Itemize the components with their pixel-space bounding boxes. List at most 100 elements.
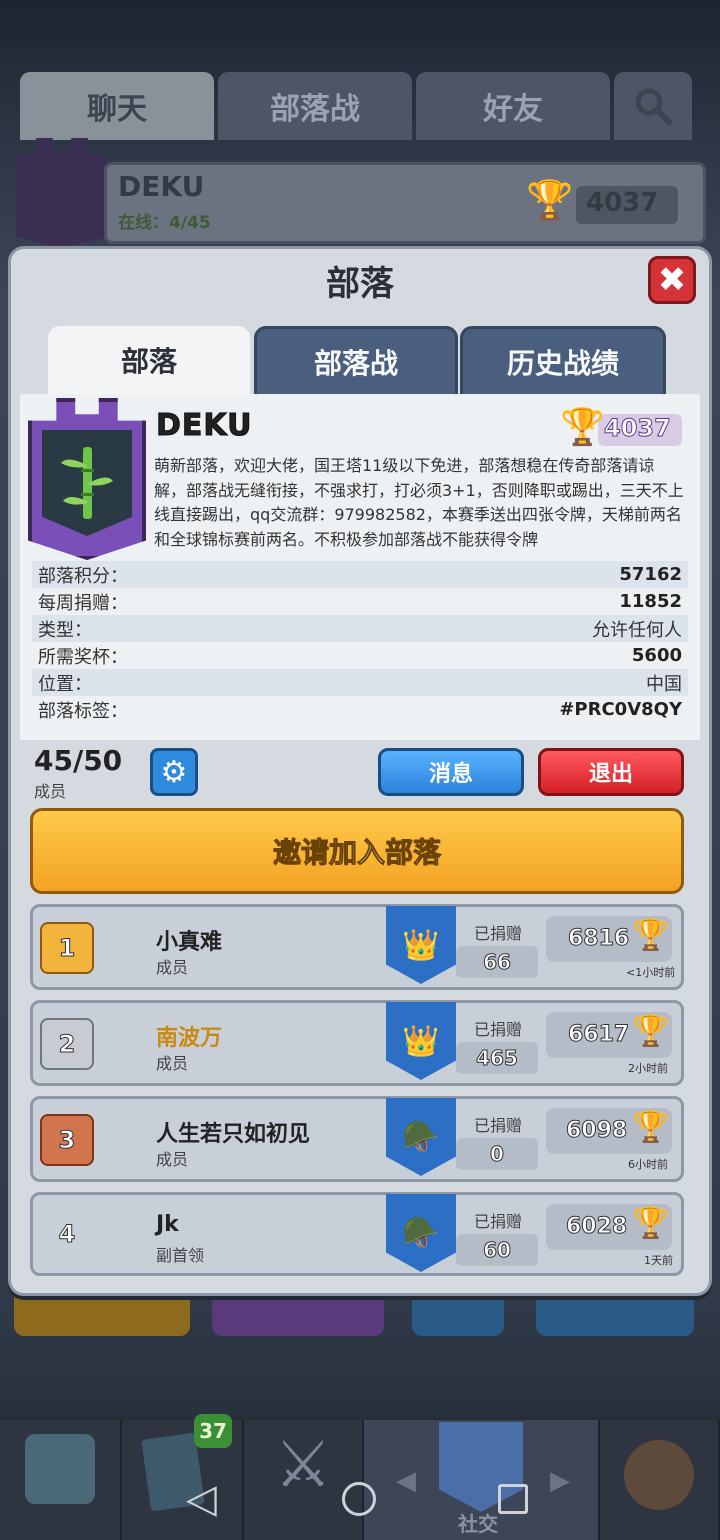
bg-button-3[interactable] — [412, 1296, 504, 1336]
member-last-seen: <1小时前 — [626, 966, 676, 979]
member-last-seen: 1天前 — [644, 1254, 673, 1267]
member-rank: 4 — [40, 1208, 94, 1260]
clan-bar-name: DEKU — [118, 170, 205, 203]
member-name: 南波万 — [156, 1026, 223, 1051]
member-trophies: 6617 — [567, 1022, 630, 1048]
stat-label: 类型： — [38, 619, 92, 641]
stat-label: 位置： — [38, 673, 92, 695]
member-name: 小真难 — [156, 930, 223, 955]
tab-clan-war-modal-label: 部落战 — [313, 346, 398, 380]
member-role: 成员 — [156, 1054, 189, 1073]
home-icon[interactable] — [342, 1482, 376, 1516]
bamboo-icon — [42, 430, 132, 536]
member-donated: 66 — [456, 946, 538, 978]
chevron-right-icon: ▶ — [550, 1466, 570, 1496]
cards-badge: 37 — [194, 1414, 232, 1448]
tab-clan[interactable]: 部落 — [48, 326, 250, 394]
modal-title: 部落 — [326, 264, 394, 304]
member-role: 成员 — [156, 958, 189, 977]
member-trophies: 6098 — [565, 1118, 628, 1144]
tab-chat[interactable]: 聊天 — [20, 72, 214, 140]
donated-label: 已捐赠 — [474, 1116, 523, 1135]
stat-value: 57162 — [619, 564, 682, 585]
nav-shop[interactable] — [0, 1420, 122, 1540]
trophy-icon: 🏆 — [632, 918, 670, 953]
member-last-seen: 2小时前 — [628, 1062, 668, 1075]
tab-history-label: 历史战绩 — [506, 346, 619, 380]
clan-bar-trophies: 4037 — [586, 188, 659, 218]
chest-icon — [25, 1434, 95, 1504]
clan-trophies: 4037 — [604, 414, 672, 443]
recents-icon[interactable] — [498, 1484, 528, 1514]
stat-row-required-trophies: 所需奖杯： 5600 — [32, 642, 688, 669]
member-name: 人生若只如初见 — [156, 1122, 311, 1147]
clan-bar-online: 在线：4/45 — [118, 213, 211, 233]
stat-value: 5600 — [631, 645, 682, 666]
member-rank: 1 — [40, 922, 94, 974]
bg-button-2[interactable] — [212, 1296, 384, 1336]
invite-button[interactable]: 邀请加入部落 — [30, 808, 684, 894]
bg-button-4[interactable] — [536, 1296, 694, 1336]
member-donated: 0 — [456, 1138, 538, 1170]
close-button[interactable]: ✖ — [648, 256, 696, 304]
search-button[interactable] — [614, 72, 692, 140]
calendar-icon — [624, 1440, 694, 1510]
stat-row-type: 类型： 允许任何人 — [32, 615, 688, 642]
stat-row-donations: 每周捐赠： 11852 — [32, 588, 688, 615]
gear-icon: ⚙ — [160, 754, 188, 790]
stat-row-location: 位置： 中国 — [32, 669, 688, 696]
nav-social-label: 社交 — [458, 1512, 498, 1536]
tab-clan-war-label: 部落战 — [270, 92, 360, 127]
stat-label: 每周捐赠： — [38, 592, 128, 614]
stat-value: #PRC0V8QY — [559, 699, 682, 720]
tab-clan-war-modal[interactable]: 部落战 — [254, 326, 458, 394]
chevron-left-icon: ◀ — [396, 1466, 416, 1496]
message-button-label: 消息 — [428, 762, 473, 787]
stat-value: 11852 — [619, 591, 682, 612]
purple-trophy-icon: 🏆 — [560, 407, 605, 448]
settings-button[interactable]: ⚙ — [150, 748, 198, 796]
leave-button-label: 退出 — [588, 762, 633, 787]
tab-friends[interactable]: 好友 — [416, 72, 610, 140]
back-icon[interactable]: ◁ — [186, 1476, 217, 1522]
member-donated: 465 — [456, 1042, 538, 1074]
stat-row-tag: 部落标签： #PRC0V8QY — [32, 696, 688, 723]
invite-button-label: 邀请加入部落 — [272, 836, 441, 870]
tab-clan-label: 部落 — [120, 345, 177, 378]
search-icon — [635, 88, 672, 125]
message-button[interactable]: 消息 — [378, 748, 524, 796]
tab-friends-label: 好友 — [483, 92, 543, 127]
member-name: Jk — [156, 1212, 179, 1237]
trophy-icon: 🏆 — [632, 1110, 670, 1145]
close-icon: ✖ — [657, 260, 687, 300]
stat-label: 所需奖杯： — [38, 646, 128, 668]
clan-badge-background — [16, 138, 108, 248]
stat-label: 部落积分： — [38, 565, 128, 587]
donated-label: 已捐赠 — [474, 1212, 523, 1231]
clan-name: DEKU — [155, 408, 253, 444]
stat-row-score: 部落积分： 57162 — [32, 561, 688, 588]
members-label: 成员 — [34, 782, 67, 801]
member-donated: 60 — [456, 1234, 538, 1266]
bg-button-1[interactable] — [14, 1296, 190, 1336]
tab-chat-label: 聊天 — [87, 92, 147, 127]
leave-button[interactable]: 退出 — [538, 748, 684, 796]
member-role: 副首领 — [156, 1246, 205, 1265]
member-trophies: 6816 — [567, 926, 630, 952]
stat-value: 中国 — [646, 673, 682, 695]
member-rank: 2 — [40, 1018, 94, 1070]
member-role: 成员 — [156, 1150, 189, 1169]
clan-description: 萌新部落，欢迎大佬，国王塔11级以下免进，部落想稳在传奇部落请谅解，部落战无缝衔… — [154, 456, 684, 549]
stat-label: 部落标签： — [38, 700, 128, 722]
tab-clan-war[interactable]: 部落战 — [218, 72, 412, 140]
members-count: 45/50 — [34, 744, 123, 777]
trophy-icon: 🏆 — [632, 1206, 670, 1241]
donated-label: 已捐赠 — [474, 924, 523, 943]
tab-history[interactable]: 历史战绩 — [460, 326, 666, 394]
member-rank: 3 — [40, 1114, 94, 1166]
nav-events[interactable] — [600, 1420, 720, 1540]
nav-battle[interactable]: ⚔ — [244, 1420, 364, 1540]
trophy-icon: 🏆 — [526, 178, 574, 222]
member-trophies: 6028 — [565, 1214, 628, 1240]
trophy-icon: 🏆 — [632, 1014, 670, 1049]
